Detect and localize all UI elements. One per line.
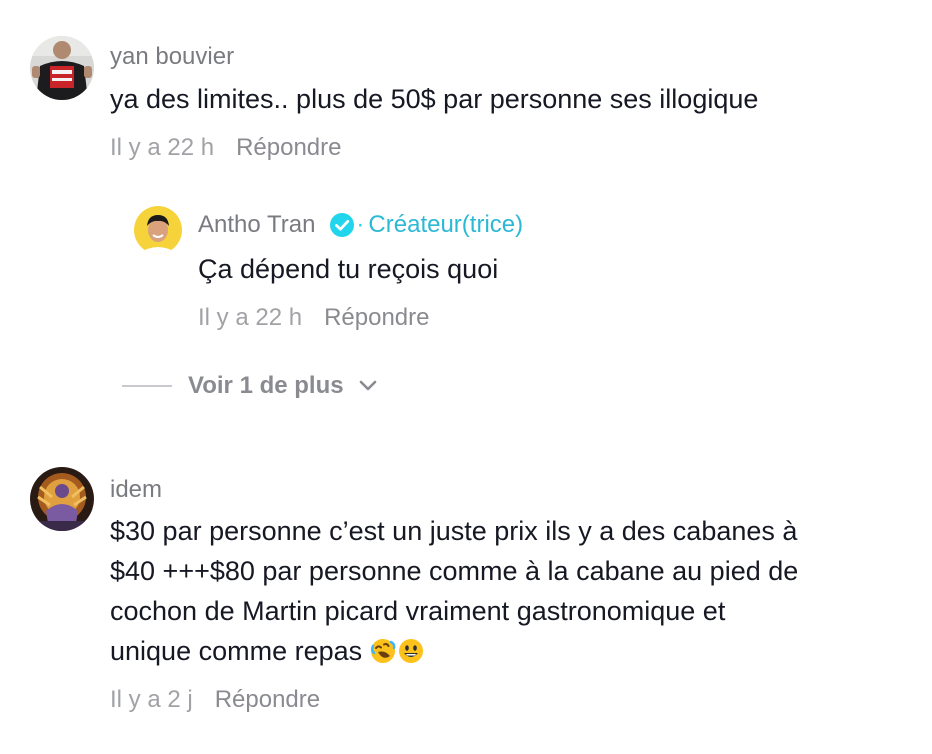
comment-text-line: unique comme repas [110, 631, 920, 671]
reply-meta: Il y a 22 h Répondre [198, 304, 429, 332]
comment-timestamp: Il y a 2 j [110, 686, 193, 713]
chevron-down-icon [359, 380, 376, 391]
reply-timestamp: Il y a 22 h [198, 304, 303, 331]
separator-dot: · [356, 211, 365, 238]
comment-text-line: cochon de Martin picard vraiment gastron… [110, 596, 726, 626]
verified-badge-icon [330, 213, 355, 237]
comment-text-line: $30 par personne c’est un juste prix ils… [110, 516, 798, 546]
comment-username[interactable]: idem [110, 476, 162, 504]
rolling-on-floor-laughing-emoji-icon [370, 639, 396, 663]
comment-meta: Il y a 2 j Répondre [110, 686, 320, 714]
reply-button[interactable]: Répondre [236, 134, 341, 161]
reply-text: Ça dépend tu reçois quoi [198, 254, 499, 284]
comment-text-line: $40 +++$80 par personne comme à la caban… [110, 556, 799, 586]
grinning-face-emoji-icon [398, 639, 423, 663]
comment-username[interactable]: yan bouvier [110, 43, 234, 71]
comment-text: $30 par personne c’est un juste prix ils… [110, 511, 920, 671]
reply-button[interactable]: Répondre [215, 686, 320, 713]
view-more-label: Voir 1 de plus [188, 372, 344, 399]
comment-timestamp: Il y a 22 h [110, 134, 215, 161]
creator-badge: Créateur(trice) [368, 211, 524, 238]
avatar-yan-bouvier[interactable] [30, 36, 94, 100]
view-more-replies-button[interactable]: Voir 1 de plus [122, 372, 378, 400]
comment-meta: Il y a 22 h Répondre [110, 134, 341, 162]
divider-line [122, 385, 172, 387]
reply-header: Antho Tran · Créateur(trice) [198, 211, 523, 239]
reply-button[interactable]: Répondre [324, 304, 429, 331]
avatar-antho-tran[interactable] [134, 206, 182, 254]
reply-username[interactable]: Antho Tran [198, 211, 315, 239]
avatar-idem[interactable] [30, 467, 94, 531]
comment-text: ya des limites.. plus de 50$ par personn… [110, 84, 759, 114]
